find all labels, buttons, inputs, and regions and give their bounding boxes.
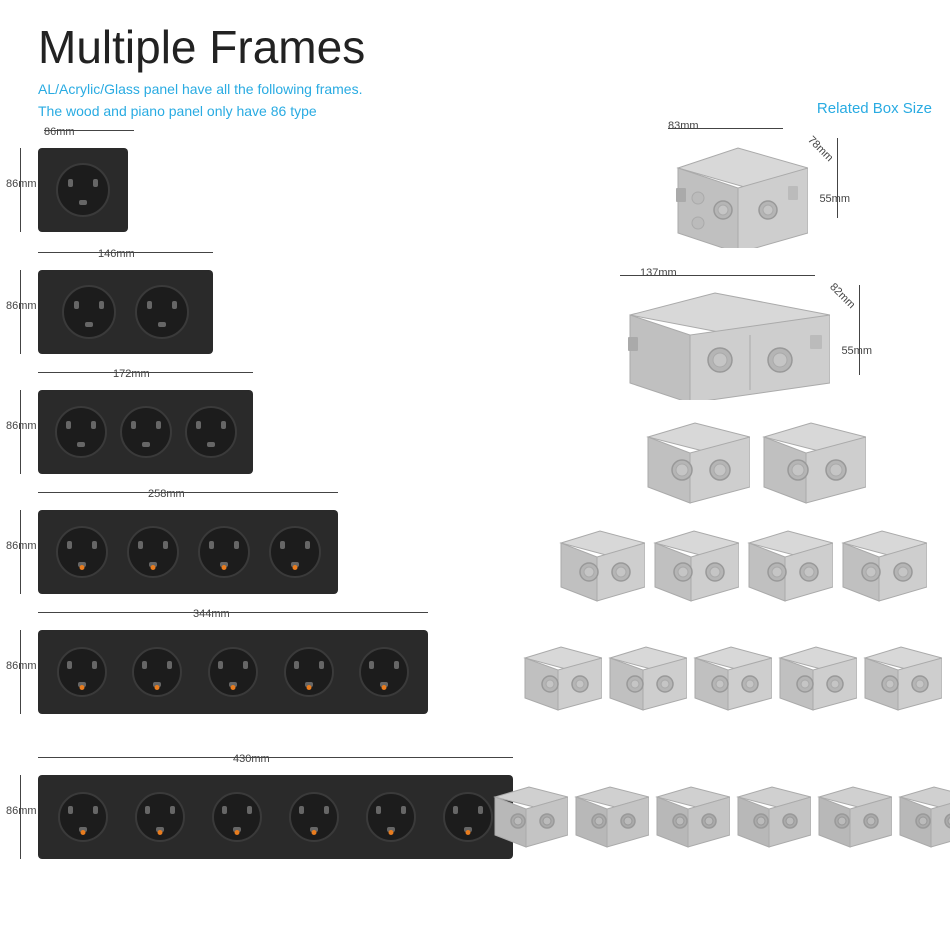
related-box-label: Related Box Size xyxy=(817,100,932,117)
outlet xyxy=(62,285,116,339)
install-box-svg-6d xyxy=(733,782,811,850)
install-box-svg-3a xyxy=(640,415,750,505)
outlet xyxy=(57,647,107,697)
outlet xyxy=(127,526,179,578)
install-box-svg-4c xyxy=(743,525,833,605)
install-box-svg-5c xyxy=(690,642,772,714)
outlet xyxy=(132,647,182,697)
outlet xyxy=(269,526,321,578)
panel-4 xyxy=(38,510,338,594)
outlet xyxy=(120,406,172,458)
box-group-6 xyxy=(490,782,950,850)
install-box-svg-2 xyxy=(620,285,830,400)
install-box-svg-6f xyxy=(895,782,950,850)
install-box-svg-3b xyxy=(756,415,866,505)
outlet xyxy=(443,792,493,842)
outlet xyxy=(58,792,108,842)
outlet xyxy=(284,647,334,697)
box-group-3 xyxy=(640,415,866,505)
page-title: Multiple Frames xyxy=(38,20,365,74)
outlet xyxy=(135,285,189,339)
frame-row-5: 344mm 86mm xyxy=(38,630,428,714)
install-box-svg-5d xyxy=(775,642,857,714)
install-box-svg-1 xyxy=(668,138,808,248)
box-group-2: 137mm 82mm 55mm xyxy=(620,285,830,405)
outlet xyxy=(56,163,110,217)
outlet xyxy=(55,406,107,458)
install-box-svg-4d xyxy=(837,525,927,605)
outlet xyxy=(56,526,108,578)
outlet xyxy=(289,792,339,842)
install-box-svg-5e xyxy=(860,642,942,714)
panel-6 xyxy=(38,775,513,859)
install-box-svg-6b xyxy=(571,782,649,850)
box-group-5 xyxy=(520,642,942,714)
install-box-svg-6a xyxy=(490,782,568,850)
outlet xyxy=(185,406,237,458)
outlet xyxy=(212,792,262,842)
subtitle: AL/Acrylic/Glass panel have all the foll… xyxy=(38,78,362,123)
frame-row-4: 258mm 86mm xyxy=(38,510,338,594)
frame-row-2: 146mm 86mm xyxy=(38,270,213,354)
panel-5 xyxy=(38,630,428,714)
panel-2 xyxy=(38,270,213,354)
box-group-4 xyxy=(555,525,927,605)
frame-row-1: 86mm 86mm xyxy=(38,148,128,232)
outlet xyxy=(359,647,409,697)
panel-3 xyxy=(38,390,253,474)
outlet xyxy=(366,792,416,842)
outlet xyxy=(198,526,250,578)
box-group-1: 83mm 78mm 55mm xyxy=(668,138,808,253)
install-box-svg-6e xyxy=(814,782,892,850)
install-box-svg-4b xyxy=(649,525,739,605)
outlet xyxy=(135,792,185,842)
install-box-svg-5b xyxy=(605,642,687,714)
panel-1 xyxy=(38,148,128,232)
frame-row-3: 172mm 86mm xyxy=(38,390,253,474)
frame-row-6: 430mm 86mm xyxy=(38,775,513,859)
install-box-svg-5a xyxy=(520,642,602,714)
install-box-svg-6c xyxy=(652,782,730,850)
outlet xyxy=(208,647,258,697)
install-box-svg-4a xyxy=(555,525,645,605)
